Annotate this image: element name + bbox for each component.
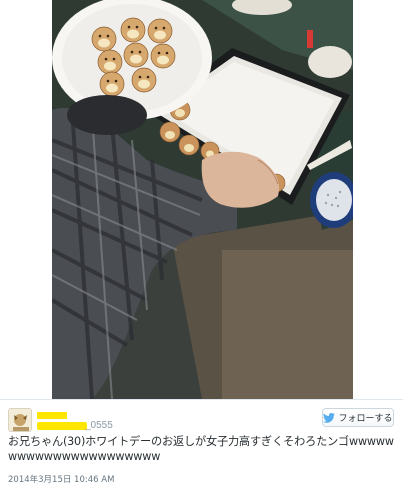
tweet-footer: _0555 フォローする お兄ちゃん(30)ホワイトデーのお返しが女子力高すぎく… bbox=[0, 399, 403, 492]
follow-button[interactable]: フォローする bbox=[322, 408, 394, 427]
screen-name-redaction bbox=[37, 422, 87, 430]
user-screen-name[interactable]: _0555 bbox=[37, 420, 117, 432]
screen-name-tail: _0555 bbox=[85, 420, 113, 431]
user-display-name[interactable] bbox=[37, 407, 67, 419]
tweet-timestamp[interactable]: 2014年3月15日 10:46 AM bbox=[8, 474, 114, 486]
user-avatar[interactable] bbox=[8, 408, 32, 432]
embedded-tweet: _0555 フォローする お兄ちゃん(30)ホワイトデーのお返しが女子力高すぎく… bbox=[0, 0, 403, 492]
twitter-bird-icon bbox=[323, 412, 336, 423]
avatar-image bbox=[9, 409, 31, 431]
follow-button-label: フォローする bbox=[338, 414, 393, 424]
photo-image bbox=[52, 0, 353, 399]
tweet-text: お兄ちゃん(30)ホワイトデーのお返しが女子力高すぎくそわろたンゴwwwwwww… bbox=[8, 435, 394, 463]
tweet-photo[interactable] bbox=[52, 0, 353, 399]
